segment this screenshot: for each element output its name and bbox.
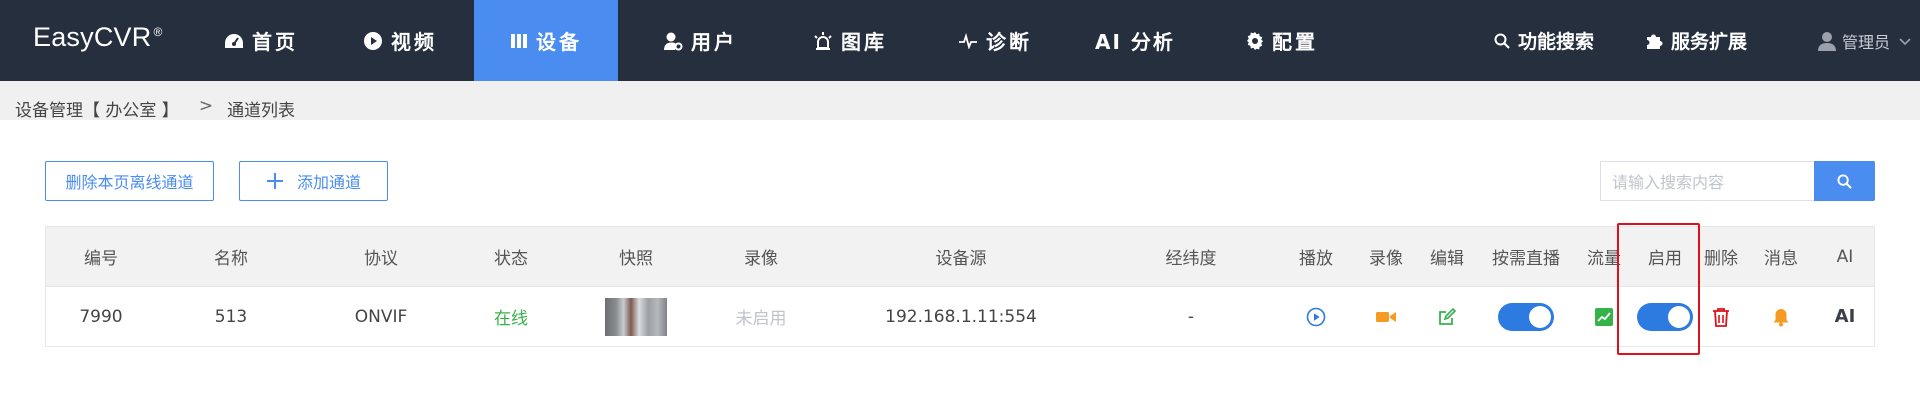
puzzle-icon [1647,34,1663,49]
cell-id: 7990 [79,306,123,327]
cell-record: 未启用 [735,309,787,329]
search-icon [1837,173,1852,189]
breadcrumb-parent[interactable]: 设备管理【 办公室 】 [15,96,179,121]
col-header-ondemand: 按需直播 [1492,249,1560,269]
snapshot-thumbnail[interactable] [605,297,667,336]
cell-record-action [1356,287,1416,346]
nav-item-device[interactable]: 设备 [474,0,618,81]
user-avatar-icon [1817,31,1836,51]
nav-item-video[interactable]: 视频 [355,0,445,81]
col-header-delete: 删除 [1704,249,1738,269]
add-channel-button[interactable]: 添加通道 [239,161,388,201]
dashboard-icon [225,33,243,48]
device-icon [511,33,527,48]
search-input[interactable]: 请输入搜索内容 [1600,161,1814,201]
gear-icon [1247,31,1263,50]
col-header-message: 消息 [1764,249,1798,269]
cell-delete [1696,287,1746,346]
play-circle-icon [364,31,382,50]
breadcrumb: 设备管理【 办公室 】 > 通道列表 [15,96,295,121]
cell-name: 513 [214,306,248,327]
nav-item-gallery[interactable]: 图库 [795,0,905,81]
table-header: 编号 名称 协议 状态 快照 录像 设备源 经纬度 播放 录像 编辑 按需直播 … [46,227,1874,287]
nav-item-diagnose[interactable]: 诊断 [940,0,1050,81]
cell-message [1746,287,1816,346]
edit-icon[interactable] [1437,307,1457,327]
cell-status: 在线 [494,309,528,329]
cell-source: 192.168.1.11:554 [885,306,1037,327]
ai-button[interactable]: AI [1835,306,1856,327]
col-header-protocol: 协议 [364,249,398,269]
col-header-status: 状态 [494,249,528,269]
pulse-icon [959,32,977,49]
search-box: 请输入搜索内容 [1600,161,1875,201]
delete-offline-channels-button[interactable]: 删除本页离线通道 [45,161,214,201]
cell-protocol: ONVIF [354,306,408,327]
breadcrumb-current: 通道列表 [227,101,296,121]
plus-icon [266,173,283,189]
ondemand-toggle[interactable] [1498,302,1554,331]
user-gear-icon [664,32,683,50]
play-circle-icon[interactable] [1306,307,1326,327]
nav-item-config[interactable]: 配置 [1232,0,1332,81]
service-extension-button[interactable]: 服务扩展 [1645,0,1747,81]
bell-icon[interactable] [1772,307,1790,327]
breadcrumb-separator: > [198,96,214,116]
col-header-record: 录像 [744,249,778,269]
app-logo[interactable]: EasyCVR ® [33,22,162,53]
channel-table: 编号 名称 协议 状态 快照 录像 设备源 经纬度 播放 录像 编辑 按需直播 … [45,226,1875,347]
cell-play [1276,287,1356,346]
trash-icon[interactable] [1712,307,1730,327]
top-nav: EasyCVR ® 首页 视频 设备 用户 图库 诊断 AI 分析 配置 功能搜… [0,0,1920,81]
video-camera-icon[interactable] [1375,309,1397,325]
user-menu[interactable]: 管理员 [1817,0,1912,81]
search-icon [1494,33,1510,49]
chevron-down-icon [1899,37,1911,45]
cell-edit [1416,287,1478,346]
nav-item-ai-analysis[interactable]: AI 分析 [1085,0,1185,81]
col-header-ai: AI [1836,246,1854,267]
cell-ondemand [1478,287,1574,346]
cell-snapshot [566,287,706,346]
col-header-id: 编号 [84,249,118,269]
col-header-geo: 经纬度 [1165,249,1217,269]
col-header-play: 播放 [1299,249,1333,269]
table-row: 7990 513 ONVIF 在线 未启用 192.168.1.11:554 - [46,287,1874,346]
col-header-record-action: 录像 [1369,249,1403,269]
breadcrumb-bar: 设备管理【 办公室 】 > 通道列表 [0,81,1920,121]
search-button[interactable] [1814,161,1875,201]
cell-ai: AI [1816,287,1874,346]
alarm-light-icon [814,31,832,50]
nav-item-user[interactable]: 用户 [648,0,752,81]
cell-geo: - [1187,306,1195,327]
col-header-source: 设备源 [935,249,987,269]
nav-item-home[interactable]: 首页 [213,0,309,81]
chart-icon[interactable] [1595,307,1613,326]
col-header-name: 名称 [214,249,248,269]
enable-column-highlight [1617,223,1700,355]
col-header-edit: 编辑 [1430,249,1464,269]
feature-search-button[interactable]: 功能搜索 [1494,0,1594,81]
col-header-snapshot: 快照 [619,249,653,269]
